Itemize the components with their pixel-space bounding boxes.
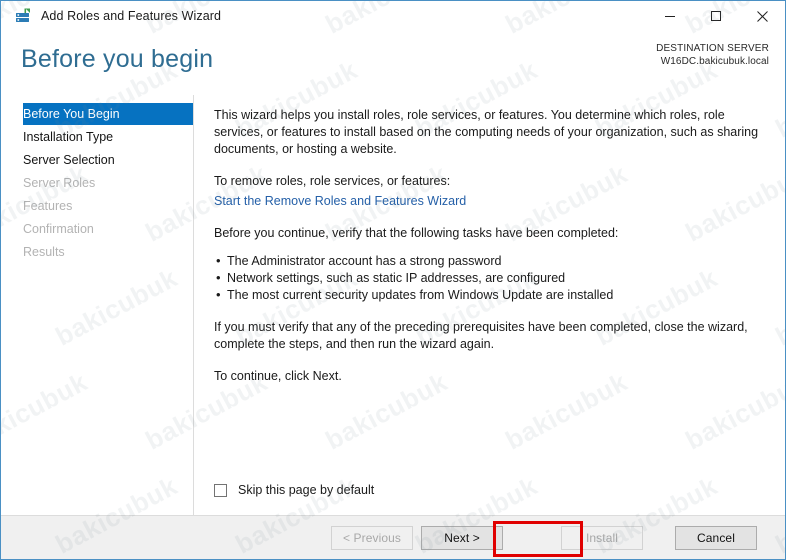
sidebar-item-results: Results <box>23 245 65 259</box>
next-button[interactable]: Next > <box>421 526 503 550</box>
skip-page-checkbox[interactable] <box>214 483 227 497</box>
minimize-icon[interactable] <box>647 1 693 31</box>
continue-note: To continue, click Next. <box>214 369 342 383</box>
list-item: The most current security updates from W… <box>214 286 767 304</box>
list-item: Network settings, such as static IP addr… <box>214 269 767 287</box>
window-controls <box>647 1 785 31</box>
verify-prompt: Before you continue, verify that the fol… <box>214 226 619 240</box>
destination-server-value: W16DC.bakicubuk.local <box>660 56 769 67</box>
cancel-button[interactable]: Cancel <box>675 526 757 550</box>
destination-server-label: DESTINATION SERVER <box>656 43 769 54</box>
body-area: Before You Begin Installation Type Serve… <box>1 95 785 515</box>
button-bar: < Previous Next > Install Cancel <box>1 515 785 559</box>
sidebar-item-server-selection[interactable]: Server Selection <box>1 149 193 171</box>
install-button: Install <box>561 526 643 550</box>
sidebar-item-features: Features <box>23 199 73 213</box>
server-roles-icon <box>14 7 32 25</box>
page-header: Before you begin DESTINATION SERVER W16D… <box>1 31 785 95</box>
close-icon[interactable] <box>739 1 785 31</box>
screen: Add Roles and Features Wizard Before you… <box>0 0 786 560</box>
page-title: Before you begin <box>21 45 214 73</box>
remove-roles-wizard-link[interactable]: Start the Remove Roles and Features Wiza… <box>214 193 466 210</box>
destination-server-block: DESTINATION SERVER W16DC.bakicubuk.local <box>656 42 769 68</box>
sidebar-item-installation-type[interactable]: Installation Type <box>1 126 193 148</box>
main-content: This wizard helps you install roles, rol… <box>194 95 785 515</box>
skip-page-row[interactable]: Skip this page by default <box>214 483 374 497</box>
list-item: The Administrator account has a strong p… <box>214 252 767 270</box>
maximize-icon[interactable] <box>693 1 739 31</box>
sidebar-item-server-roles: Server Roles <box>23 176 96 190</box>
intro-paragraph: This wizard helps you install roles, rol… <box>214 108 759 156</box>
window-title: Add Roles and Features Wizard <box>41 9 222 23</box>
sidebar-item-before-you-begin[interactable]: Before You Begin <box>23 103 193 125</box>
add-roles-and-features-wizard-window: Add Roles and Features Wizard Before you… <box>0 0 786 560</box>
remove-prompt: To remove roles, role services, or featu… <box>214 174 451 188</box>
skip-page-label: Skip this page by default <box>238 483 375 497</box>
prerequisite-list: The Administrator account has a strong p… <box>214 252 767 304</box>
previous-button: < Previous <box>331 526 413 550</box>
sidebar-item-confirmation: Confirmation <box>23 222 94 236</box>
prerequisite-note: If you must verify that any of the prece… <box>214 320 748 351</box>
title-bar: Add Roles and Features Wizard <box>1 1 785 31</box>
wizard-navigation: Before You Begin Installation Type Serve… <box>1 95 194 515</box>
